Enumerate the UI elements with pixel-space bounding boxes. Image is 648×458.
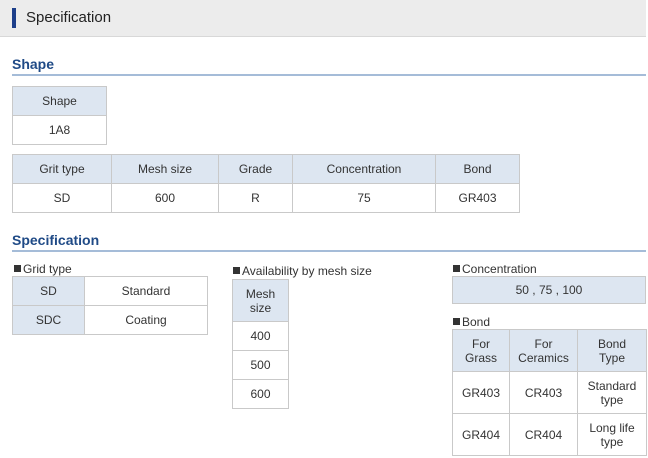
shape-section-rule bbox=[12, 74, 646, 76]
concentration-label: Concentration bbox=[453, 262, 537, 276]
bond-header-for-ceramics: For Ceramics bbox=[509, 329, 578, 372]
bond-header-for-grass: For Grass bbox=[452, 329, 510, 372]
grid-type-label: Grid type bbox=[14, 262, 72, 276]
table-row: GR404 CR404 Long life type bbox=[452, 413, 647, 456]
square-bullet-icon bbox=[453, 265, 460, 272]
grid-type-code: SDC bbox=[12, 305, 85, 335]
col-header-bond: Bond bbox=[435, 154, 520, 184]
grid-type-code: SD bbox=[12, 276, 85, 306]
bond-ceramics-value: CR404 bbox=[509, 413, 578, 456]
bond-type-line1: Long life bbox=[589, 420, 635, 435]
cell-grade: R bbox=[218, 183, 293, 213]
grid-type-desc: Coating bbox=[84, 305, 208, 335]
col-header-grit-type: Grit type bbox=[12, 154, 112, 184]
mesh-size-header-line1: Mesh bbox=[245, 286, 276, 301]
mesh-size-header: Mesh size bbox=[232, 279, 289, 322]
bond-type-value: Standard type bbox=[577, 371, 647, 414]
grid-type-table: SD Standard SDC Coating bbox=[12, 276, 208, 335]
shape-table-value: 1A8 bbox=[12, 115, 107, 145]
cell-bond: GR403 bbox=[435, 183, 520, 213]
shape-table: Shape 1A8 bbox=[12, 86, 107, 145]
header-accent-bar bbox=[12, 8, 16, 28]
bond-type-line1: Standard bbox=[587, 378, 637, 393]
grid-type-desc: Standard bbox=[84, 276, 208, 306]
col-header-mesh-size: Mesh size bbox=[111, 154, 219, 184]
cell-grit-type: SD bbox=[12, 183, 112, 213]
concentration-label-text: Concentration bbox=[462, 262, 537, 276]
bond-header-bond-type: Bond Type bbox=[577, 329, 647, 372]
col-header-grade: Grade bbox=[218, 154, 293, 184]
bond-header-line1: Bond bbox=[597, 336, 627, 351]
mesh-size-value: 500 bbox=[232, 350, 289, 380]
cell-mesh-size: 600 bbox=[111, 183, 219, 213]
bond-label: Bond bbox=[453, 315, 490, 329]
bond-ceramics-value: CR403 bbox=[509, 371, 578, 414]
bond-type-value: Long life type bbox=[577, 413, 647, 456]
bond-type-line2: type bbox=[600, 434, 624, 449]
mesh-size-value: 600 bbox=[232, 379, 289, 409]
concentration-values: 50 , 75 , 100 bbox=[452, 276, 646, 304]
bond-table: For Grass For Ceramics Bond Type GR403 C… bbox=[452, 329, 647, 456]
table-row: GR403 CR403 Standard type bbox=[452, 371, 647, 414]
col-header-concentration: Concentration bbox=[292, 154, 436, 184]
mesh-size-value: 400 bbox=[232, 321, 289, 351]
bond-grass-value: GR403 bbox=[452, 371, 510, 414]
bond-header-line2: Grass bbox=[464, 350, 497, 365]
square-bullet-icon bbox=[14, 265, 21, 272]
bond-type-line2: type bbox=[600, 392, 624, 407]
spec-section-title: Specification bbox=[12, 232, 100, 248]
grid-type-label-text: Grid type bbox=[23, 262, 72, 276]
product-spec-table: Grit type Mesh size Grade Concentration … bbox=[12, 154, 520, 213]
square-bullet-icon bbox=[233, 267, 240, 274]
bond-header-line2: Type bbox=[598, 350, 625, 365]
mesh-availability-label: Availability by mesh size bbox=[233, 264, 372, 278]
bond-header-line2: Ceramics bbox=[518, 350, 569, 365]
bond-label-text: Bond bbox=[462, 315, 491, 329]
mesh-size-table: Mesh size 400 500 600 bbox=[232, 279, 289, 409]
bond-header-line1: For bbox=[534, 336, 553, 351]
shape-section-title: Shape bbox=[12, 56, 55, 72]
square-bullet-icon bbox=[453, 318, 460, 325]
mesh-availability-label-text: Availability by mesh size bbox=[242, 264, 372, 278]
page-title: Specification bbox=[26, 9, 112, 26]
spec-section-rule bbox=[12, 250, 646, 252]
bond-header-line1: For bbox=[472, 336, 490, 351]
bond-grass-value: GR404 bbox=[452, 413, 510, 456]
cell-concentration: 75 bbox=[292, 183, 436, 213]
page-header: Specification bbox=[0, 0, 646, 37]
mesh-size-header-line2: size bbox=[249, 300, 272, 315]
shape-table-header: Shape bbox=[12, 86, 107, 116]
